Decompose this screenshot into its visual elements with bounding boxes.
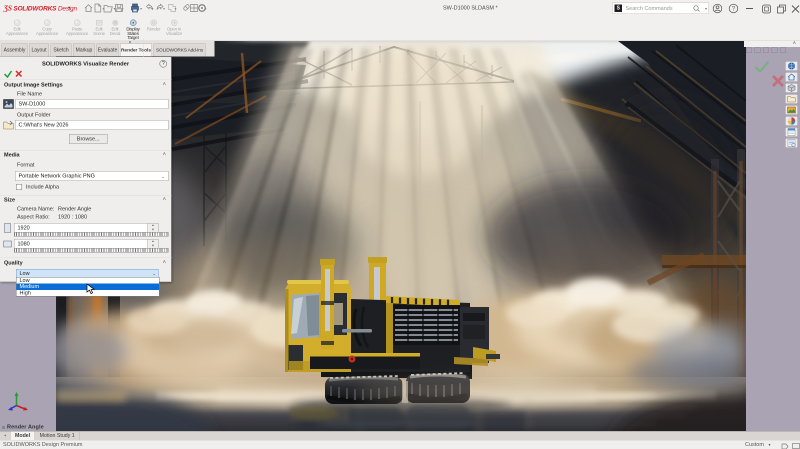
svg-text:?: ? [732, 7, 736, 13]
